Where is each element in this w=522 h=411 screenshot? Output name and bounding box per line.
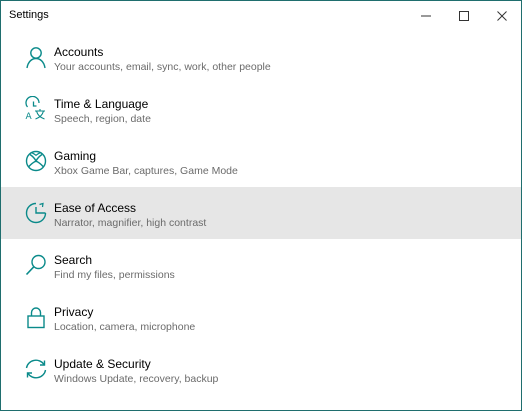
sync-icon: [23, 356, 49, 382]
settings-category-list: Accounts Your accounts, email, sync, wor…: [1, 31, 521, 395]
category-title: Gaming: [54, 149, 97, 163]
category-accounts[interactable]: Accounts Your accounts, email, sync, wor…: [1, 31, 521, 83]
xbox-icon: [23, 148, 49, 174]
category-title: Privacy: [54, 305, 94, 319]
category-subtitle: Narrator, magnifier, high contrast: [54, 217, 207, 229]
category-gaming[interactable]: Gaming Xbox Game Bar, captures, Game Mod…: [1, 135, 521, 187]
svg-text:A: A: [26, 112, 33, 122]
title-bar[interactable]: Settings: [1, 1, 521, 31]
category-subtitle: Speech, region, date: [54, 113, 151, 125]
category-title: Time & Language: [54, 97, 149, 111]
category-title: Search: [54, 253, 93, 267]
category-subtitle: Your accounts, email, sync, work, other …: [54, 61, 271, 73]
category-title: Update & Security: [54, 357, 151, 371]
category-update-security[interactable]: Update & Security Windows Update, recove…: [1, 343, 521, 395]
minimize-icon: [421, 15, 431, 17]
lock-icon: [23, 304, 49, 330]
settings-window: Settings Accounts Your accounts, email, …: [0, 0, 522, 411]
category-subtitle: Location, camera, microphone: [54, 321, 196, 333]
category-privacy[interactable]: Privacy Location, camera, microphone: [1, 291, 521, 343]
category-ease-of-access[interactable]: Ease of Access Narrator, magnifier, high…: [1, 187, 521, 239]
category-search[interactable]: Search Find my files, permissions: [1, 239, 521, 291]
close-icon: [497, 11, 507, 21]
category-subtitle: Find my files, permissions: [54, 269, 175, 281]
category-time-language[interactable]: A Time & Language Speech, region, date: [1, 83, 521, 135]
minimize-button[interactable]: [407, 1, 445, 31]
category-subtitle: Windows Update, recovery, backup: [54, 373, 219, 385]
close-button[interactable]: [483, 1, 521, 31]
time-language-icon: A: [23, 96, 49, 122]
category-title: Accounts: [54, 45, 104, 59]
maximize-icon: [459, 11, 469, 21]
search-icon: [23, 252, 49, 278]
category-title: Ease of Access: [54, 201, 137, 215]
category-subtitle: Xbox Game Bar, captures, Game Mode: [54, 165, 238, 177]
ease-of-access-icon: [23, 200, 49, 226]
window-title: Settings: [9, 9, 49, 21]
maximize-button[interactable]: [445, 1, 483, 31]
window-controls: [407, 1, 521, 31]
person-icon: [23, 44, 49, 70]
